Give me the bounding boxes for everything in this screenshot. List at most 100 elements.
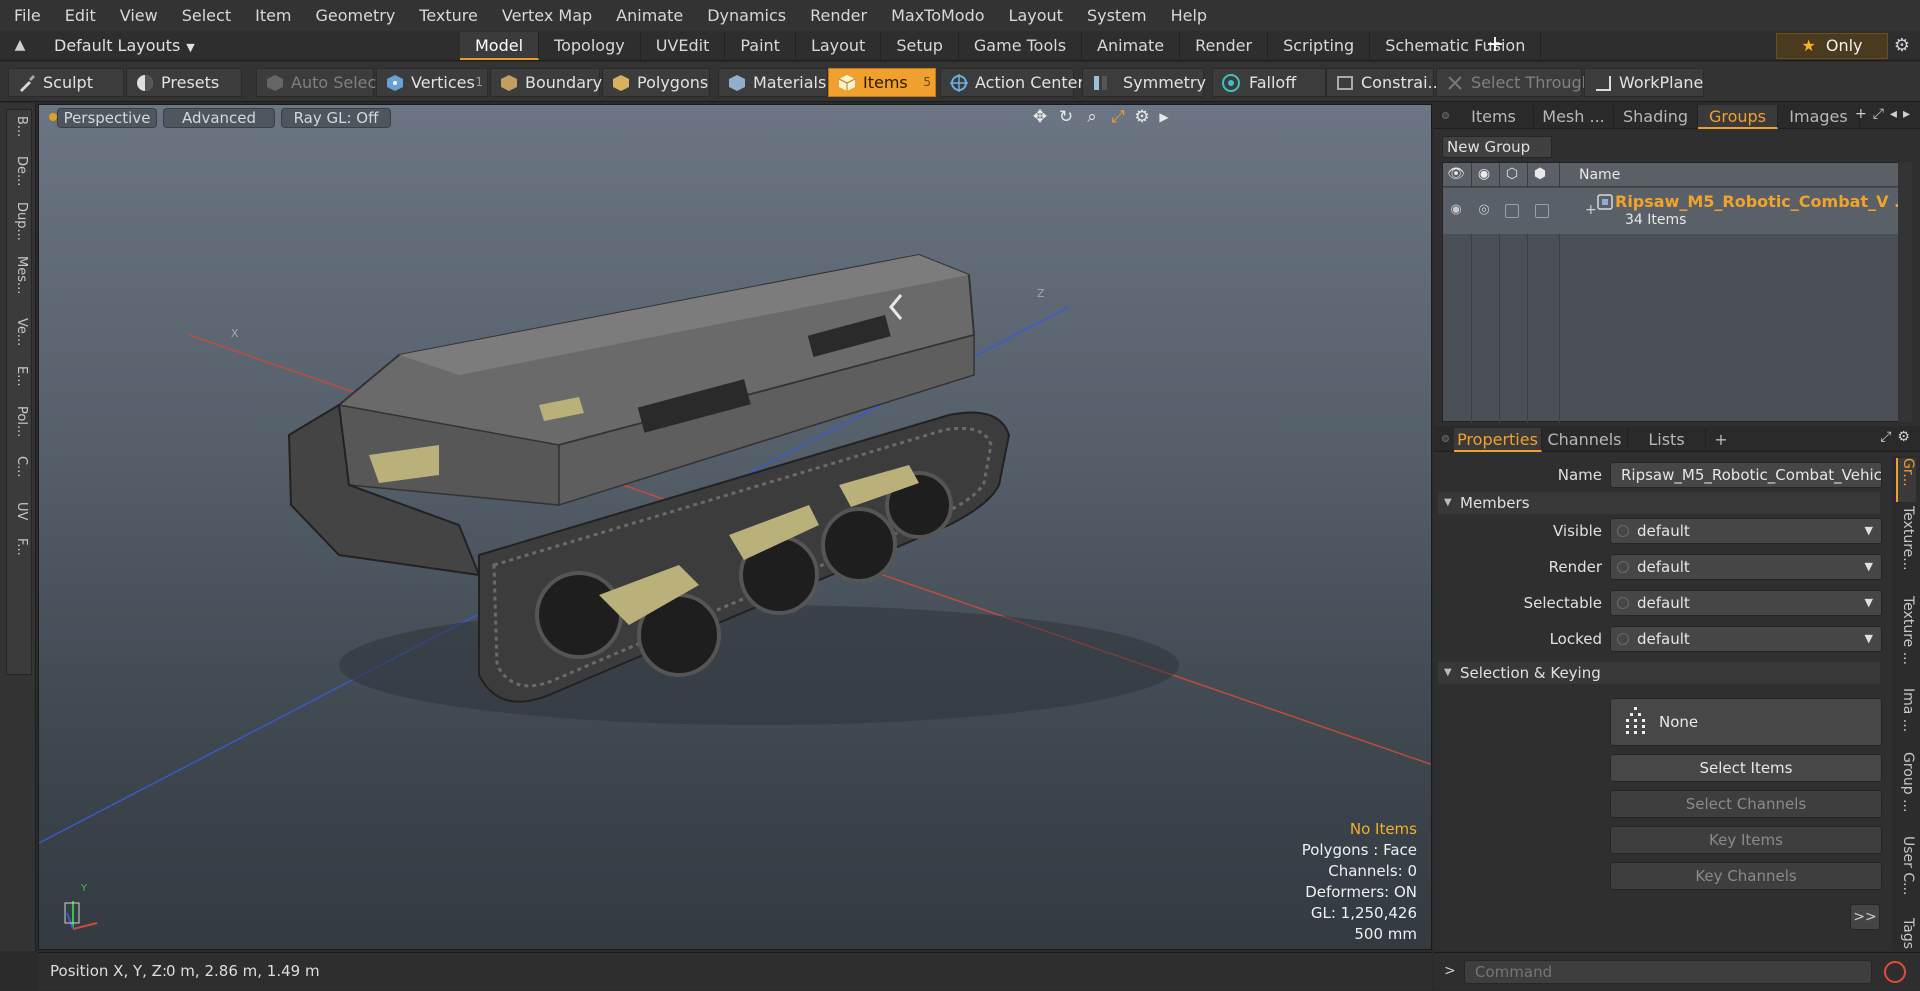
side-tab-group[interactable]: Gr... — [1896, 458, 1916, 502]
tab-game-tools[interactable]: Game Tools — [959, 32, 1083, 60]
render-dropdown[interactable]: default ▼ — [1610, 554, 1882, 580]
viewport-menu-dot-icon[interactable] — [49, 113, 57, 121]
left-tab-uv[interactable]: UV — [11, 502, 29, 520]
panel-menu-dot-icon[interactable] — [1442, 112, 1449, 119]
constraints-button[interactable]: Constrai... — [1326, 68, 1443, 97]
left-tab-mesh[interactable]: Mes... — [11, 256, 29, 294]
tab-animate[interactable]: Animate — [1082, 32, 1181, 60]
sculpt-button[interactable]: Sculpt — [8, 68, 124, 97]
selectable-cube-icon[interactable]: ⬡ — [1501, 166, 1523, 184]
tab-uvedit[interactable]: UVEdit — [641, 32, 726, 60]
left-tab-edge[interactable]: E... — [11, 366, 29, 387]
menu-layout[interactable]: Layout — [997, 0, 1075, 31]
materials-button[interactable]: Materials — [718, 68, 828, 97]
tab-items[interactable]: Items — [1454, 105, 1534, 129]
command-history-arrow-icon[interactable]: > — [1444, 963, 1456, 979]
gear-icon[interactable]: ⚙ — [1888, 34, 1916, 58]
render-camera-icon[interactable]: ◉ — [1473, 166, 1495, 184]
menu-select[interactable]: Select — [170, 0, 243, 31]
select-channels-button[interactable]: Select Channels — [1610, 790, 1882, 818]
select-through-button[interactable]: Select Through — [1436, 68, 1592, 97]
only-button[interactable]: ★ Only — [1776, 33, 1888, 59]
tab-images[interactable]: Images — [1778, 105, 1860, 129]
new-group-button[interactable]: New Group — [1442, 136, 1552, 158]
left-tab-duplicate[interactable]: Dup... — [11, 202, 29, 241]
left-tab-polygon[interactable]: Pol... — [11, 406, 29, 437]
key-channels-button[interactable]: Key Channels — [1610, 862, 1882, 890]
tab-setup[interactable]: Setup — [881, 32, 959, 60]
viewport-gear-icon[interactable]: ⚙ — [1131, 107, 1153, 127]
falloff-button[interactable]: Falloff — [1212, 68, 1326, 97]
side-tab-image[interactable]: Ima ... — [1896, 688, 1916, 732]
tab-mesh[interactable]: Mesh ... — [1534, 105, 1614, 129]
vertices-button[interactable]: Vertices 1 — [376, 68, 488, 97]
tab-groups[interactable]: Groups — [1698, 105, 1778, 129]
left-tab-curve[interactable]: C... — [11, 456, 29, 477]
menu-maxtomodo[interactable]: MaxToModo — [879, 0, 996, 31]
boundary-button[interactable]: Boundary — [490, 68, 602, 97]
menu-system[interactable]: System — [1075, 0, 1159, 31]
menu-help[interactable]: Help — [1159, 0, 1219, 31]
row-render-icon[interactable]: ◎ — [1475, 202, 1493, 218]
menu-file[interactable]: File — [0, 0, 53, 31]
pan-icon[interactable]: ✥ — [1029, 107, 1051, 127]
menu-view[interactable]: View — [108, 0, 170, 31]
action-center-button[interactable]: Action Center — [940, 68, 1084, 97]
row-eye-icon[interactable]: ◉ — [1447, 202, 1465, 218]
symmetry-button[interactable]: Symmetry — [1082, 68, 1206, 97]
row-selectable-checkbox[interactable] — [1505, 204, 1519, 218]
items-button[interactable]: Items 5 — [828, 68, 936, 97]
table-row[interactable]: ◉ ◎ + Ripsaw_M5_Robotic_Combat_V ... 34 … — [1443, 188, 1912, 234]
ray-gl-selector[interactable]: Ray GL: Off — [281, 108, 391, 128]
menu-texture[interactable]: Texture — [407, 0, 490, 31]
side-tab-group-2[interactable]: Group ... — [1896, 752, 1916, 812]
row-lock-checkbox[interactable] — [1535, 204, 1549, 218]
groups-scrollbar[interactable] — [1898, 162, 1912, 422]
viewport-expand-icon[interactable]: ▶ — [1153, 107, 1175, 127]
menu-geometry[interactable]: Geometry — [304, 0, 408, 31]
expand-plus-icon[interactable]: + — [1585, 202, 1597, 218]
members-section-header[interactable]: ▼ Members — [1438, 492, 1880, 514]
side-tab-user-channels[interactable]: User C... — [1896, 836, 1916, 896]
view-mode-selector[interactable]: Perspective — [57, 108, 157, 128]
3d-viewport[interactable]: X Z Y Perspective Advanced Ray GL: Off ✥… — [38, 104, 1432, 950]
menu-edit[interactable]: Edit — [53, 0, 108, 31]
menu-render[interactable]: Render — [798, 0, 879, 31]
workplane-button[interactable]: WorkPlane — [1584, 68, 1704, 97]
name-field[interactable]: Ripsaw_M5_Robotic_Combat_Vehicle — [1610, 462, 1882, 488]
left-tab-basic[interactable]: B... — [11, 116, 29, 137]
key-items-button[interactable]: Key Items — [1610, 826, 1882, 854]
tab-schematic-fusion[interactable]: Schematic Fusion — [1370, 32, 1542, 60]
eye-icon[interactable]: 👁 — [1445, 166, 1467, 184]
layout-selector[interactable]: Default Layouts ▼ — [54, 35, 195, 57]
tab-model[interactable]: Model — [460, 32, 540, 60]
side-tab-texture-2[interactable]: Texture ... — [1896, 596, 1916, 665]
polygons-button[interactable]: Polygons — [602, 68, 710, 97]
visible-dropdown[interactable]: default ▼ — [1610, 518, 1882, 544]
record-icon[interactable] — [1884, 961, 1906, 983]
left-tab-fusion[interactable]: F... — [11, 538, 29, 556]
shading-selector[interactable]: Advanced — [163, 108, 275, 128]
tab-paint[interactable]: Paint — [725, 32, 796, 60]
command-input[interactable] — [1464, 960, 1872, 984]
menu-item[interactable]: Item — [243, 0, 303, 31]
tab-shading[interactable]: Shading — [1614, 105, 1698, 129]
add-tab-plus-icon[interactable]: + — [1484, 34, 1506, 56]
column-name-header[interactable]: Name — [1579, 167, 1620, 183]
selection-keying-section-header[interactable]: ▼ Selection & Keying — [1438, 662, 1880, 684]
left-tab-vertex[interactable]: Ve... — [11, 318, 29, 346]
select-items-button[interactable]: Select Items — [1610, 754, 1882, 782]
left-tab-deform[interactable]: De... — [11, 156, 29, 186]
lock-cube-icon[interactable]: ⬢ — [1529, 166, 1551, 184]
zoom-icon[interactable]: ⌕ — [1081, 107, 1103, 127]
tab-layout[interactable]: Layout — [796, 32, 882, 60]
menu-vertex-map[interactable]: Vertex Map — [490, 0, 604, 31]
selectable-dropdown[interactable]: default ▼ — [1610, 590, 1882, 616]
tab-scripting[interactable]: Scripting — [1268, 32, 1371, 60]
more-button[interactable]: >> — [1850, 904, 1880, 930]
menu-dynamics[interactable]: Dynamics — [695, 0, 798, 31]
maximize-icon[interactable]: ⤢ — [1107, 107, 1129, 127]
menu-animate[interactable]: Animate — [604, 0, 695, 31]
arrow-up-icon[interactable]: ▲ — [10, 37, 30, 55]
locked-dropdown[interactable]: default ▼ — [1610, 626, 1882, 652]
